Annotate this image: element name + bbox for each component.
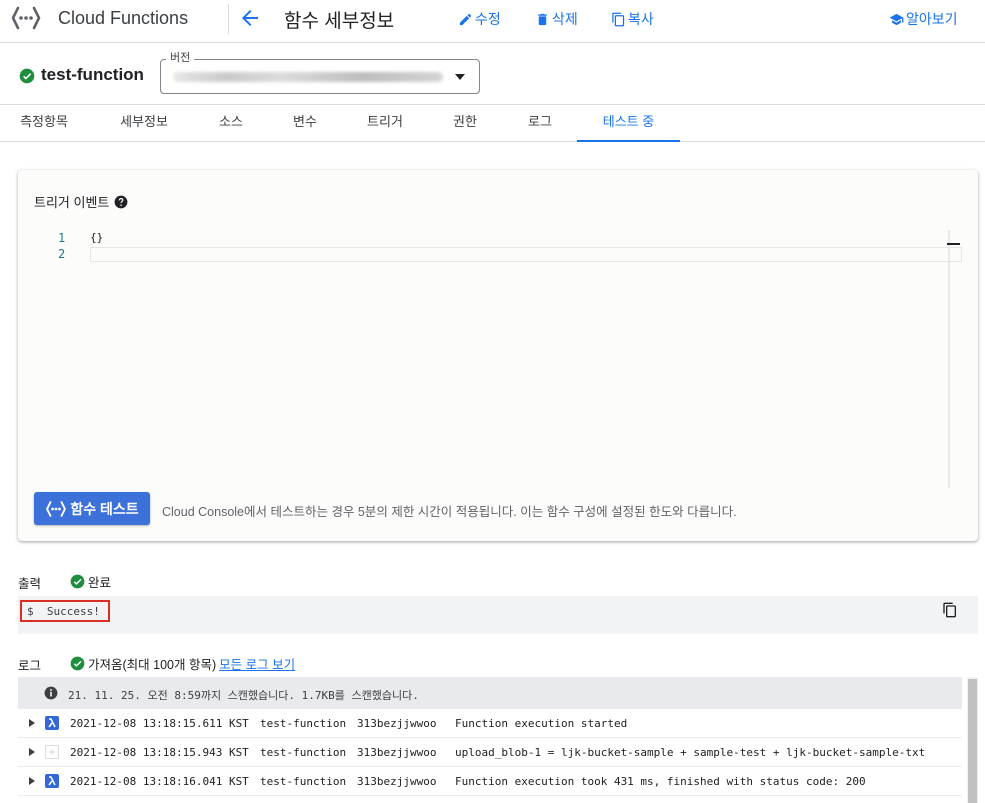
- expand-arrow-icon[interactable]: [29, 777, 35, 785]
- expand-arrow-icon[interactable]: [29, 748, 35, 756]
- trigger-event-heading: 트리거 이벤트: [34, 192, 128, 211]
- info-icon: [44, 686, 58, 700]
- header-bar: Cloud Functions 함수 세부정보 수정 삭제 복사 알아보기: [0, 0, 985, 43]
- current-line-highlight: [90, 247, 962, 262]
- tab-variables[interactable]: 변수: [272, 105, 338, 142]
- log-execution-id: 313bezjjwwoo: [357, 717, 437, 730]
- log-list: 21. 11. 25. 오전 8:59까지 스캔했습니다. 1.7KB를 스캔했…: [18, 677, 978, 803]
- version-label: 버전: [166, 49, 195, 65]
- copy-icon[interactable]: [942, 602, 958, 618]
- cloud-functions-icon: [46, 500, 67, 517]
- school-cap-icon: [889, 13, 904, 25]
- tab-metrics[interactable]: 측정항목: [0, 105, 88, 142]
- output-text: $ Success!: [20, 600, 110, 622]
- copy-function-button[interactable]: 복사: [611, 9, 654, 29]
- tab-source[interactable]: 소스: [198, 105, 264, 142]
- success-check-icon: [19, 68, 35, 84]
- log-scan-info: 21. 11. 25. 오전 8:59까지 스캔했습니다. 1.7KB를 스캔했…: [18, 677, 962, 709]
- back-arrow-icon[interactable]: [238, 6, 262, 30]
- tab-bar: 측정항목 세부정보 소스 변수 트리거 권한 로그 테스트 중: [0, 105, 985, 142]
- log-execution-id: 313bezjjwwoo: [357, 746, 437, 759]
- editor-overview-marker: [947, 243, 960, 245]
- app-title: Cloud Functions: [58, 8, 189, 28]
- trigger-card: 트리거 이벤트 1 2 {} 함수 테스트 Cloud Console에서 테스…: [18, 170, 978, 541]
- line-number: 2: [58, 247, 66, 261]
- copy-label: 복사: [628, 11, 654, 27]
- log-scan-text: 21. 11. 25. 오전 8:59까지 스캔했습니다. 1.7KB를 스캔했…: [68, 689, 419, 702]
- tab-details[interactable]: 세부정보: [100, 105, 188, 142]
- tab-testing[interactable]: 테스트 중: [577, 105, 680, 142]
- log-timestamp: 2021-12-08 13:18:15.943 KST: [70, 746, 249, 759]
- learn-label: 알아보기: [906, 11, 958, 27]
- code-line: {}: [90, 231, 104, 244]
- lambda-severity-icon: [45, 716, 59, 730]
- log-message: upload_blob-1 = ljk-bucket-sample + samp…: [455, 746, 926, 759]
- function-name: test-function: [41, 65, 144, 84]
- version-value-blurred: [173, 72, 443, 82]
- version-select[interactable]: [160, 59, 480, 94]
- header-divider: [228, 4, 229, 34]
- lambda-severity-icon: [45, 774, 59, 788]
- success-check-icon: [70, 656, 85, 671]
- log-message: Function execution took 431 ms, finished…: [455, 775, 866, 788]
- output-box: $ Success!: [18, 596, 978, 634]
- line-number: 1: [58, 231, 66, 245]
- success-check-icon: [70, 574, 85, 589]
- output-label: 출력: [18, 577, 42, 591]
- pencil-icon: [459, 13, 472, 25]
- delete-button[interactable]: 삭제: [535, 9, 578, 29]
- page-title: 함수 세부정보: [284, 11, 395, 32]
- help-icon[interactable]: [114, 195, 128, 209]
- log-row[interactable]: 2021-12-08 13:18:15.943 KST test-functio…: [18, 738, 962, 767]
- learn-button[interactable]: 알아보기: [889, 9, 958, 29]
- editor-scrollbar[interactable]: [948, 230, 950, 488]
- tab-logs[interactable]: 로그: [507, 105, 573, 142]
- function-row: test-function 버전: [0, 43, 985, 105]
- logs-status-text: 가져옴(최대 100개 항목): [88, 658, 217, 672]
- log-scrollbar-thumb[interactable]: [968, 679, 977, 803]
- log-function: test-function: [260, 746, 347, 759]
- logs-label: 로그: [18, 659, 42, 673]
- tab-permissions[interactable]: 권한: [432, 105, 498, 142]
- default-severity-icon: [45, 745, 59, 759]
- dropdown-caret-icon: [455, 74, 465, 80]
- trash-icon: [538, 13, 547, 25]
- copy-icon: [612, 12, 625, 26]
- log-function: test-function: [260, 717, 347, 730]
- trigger-code-editor[interactable]: 1 2 {}: [34, 228, 964, 488]
- delete-label: 삭제: [552, 11, 578, 27]
- edit-label: 수정: [475, 11, 501, 27]
- cloud-functions-logo-icon: [11, 6, 41, 30]
- log-execution-id: 313bezjjwwoo: [357, 775, 437, 788]
- timeout-note: Cloud Console에서 테스트하는 경우 5분의 제한 시간이 적용됩니…: [162, 505, 737, 519]
- log-timestamp: 2021-12-08 13:18:15.611 KST: [70, 717, 249, 730]
- edit-button[interactable]: 수정: [458, 9, 501, 29]
- log-timestamp: 2021-12-08 13:18:16.041 KST: [70, 775, 249, 788]
- tab-triggers[interactable]: 트리거: [346, 105, 424, 142]
- test-function-button[interactable]: 함수 테스트: [34, 492, 150, 525]
- log-function: test-function: [260, 775, 347, 788]
- output-status-text: 완료: [88, 576, 112, 590]
- logs-status: 가져옴(최대 100개 항목) 모든 로그 보기: [70, 654, 295, 673]
- log-row[interactable]: 2021-12-08 13:18:16.041 KST test-functio…: [18, 767, 962, 796]
- log-row[interactable]: 2021-12-08 13:18:15.611 KST test-functio…: [18, 709, 962, 738]
- log-scrollbar[interactable]: [967, 677, 978, 803]
- output-status: 완료: [70, 572, 111, 591]
- expand-arrow-icon[interactable]: [29, 719, 35, 727]
- log-message: Function execution started: [455, 717, 628, 730]
- test-button-label: 함수 테스트: [70, 500, 139, 517]
- view-all-logs-link[interactable]: 모든 로그 보기: [219, 654, 295, 673]
- trigger-event-title: 트리거 이벤트: [34, 195, 110, 210]
